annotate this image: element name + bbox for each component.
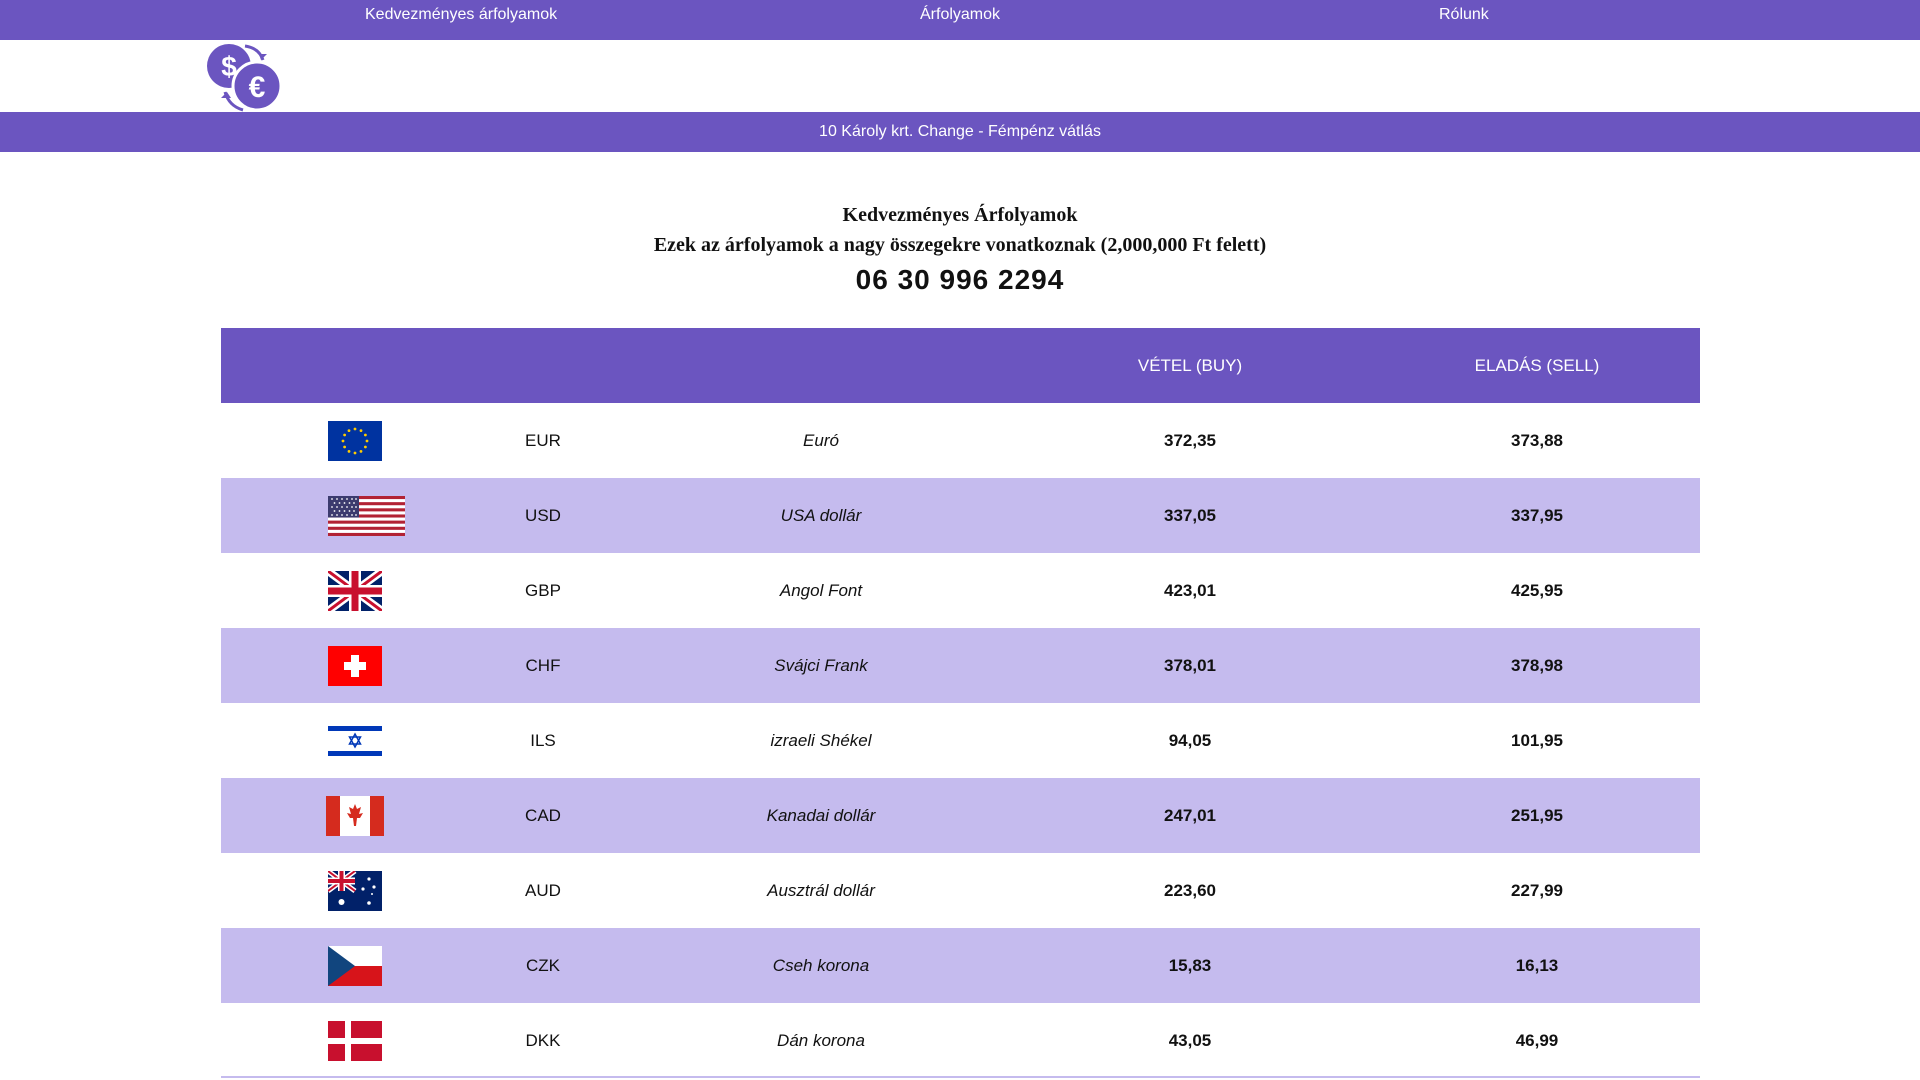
currency-code: CAD xyxy=(525,806,561,825)
sell-rate: 46,99 xyxy=(1515,1031,1559,1050)
sell-rate: 378,98 xyxy=(1511,656,1563,675)
buy-rate: 378,01 xyxy=(1164,656,1216,675)
currency-code: GBP xyxy=(525,581,561,600)
currency-exchange-icon[interactable]: $ € xyxy=(205,40,285,112)
buy-rate: 247,01 xyxy=(1164,806,1216,825)
currency-code: CZK xyxy=(526,956,560,975)
buy-rate: 15,83 xyxy=(1168,956,1212,975)
buy-rate: 423,01 xyxy=(1164,581,1216,600)
nav-link-about[interactable]: Rólunk xyxy=(1439,6,1489,24)
table-row: EUR Euró 372,35 373,88 xyxy=(221,403,1700,478)
buy-rate: 43,05 xyxy=(1168,1031,1212,1050)
sell-rate: 373,88 xyxy=(1511,431,1563,450)
svg-text:€: € xyxy=(249,71,266,104)
ch-flag-icon xyxy=(328,646,382,686)
buy-rate: 94,05 xyxy=(1168,731,1212,750)
currency-name: Angol Font xyxy=(779,581,863,600)
table-row: CAD Kanadai dollár 247,01 251,95 xyxy=(221,778,1700,853)
nav-link-discount-rates[interactable]: Kedvezményes árfolyamok xyxy=(365,6,557,24)
currency-code: DKK xyxy=(525,1031,561,1050)
page-title: Kedvezményes Árfolyamok xyxy=(842,204,1078,226)
table-row: ILS izraeli Shékel 94,05 101,95 xyxy=(221,703,1700,778)
cz-flag-icon xyxy=(328,946,382,986)
table-row: GBP Angol Font 423,01 425,95 xyxy=(221,553,1700,628)
table-row: USD USA dollár 337,05 337,95 xyxy=(221,478,1700,553)
table-header-row: VÉTEL (BUY) ELADÁS (SELL) xyxy=(221,328,1700,403)
top-navigation: Kedvezményes árfolyamok Árfolyamok Rólun… xyxy=(0,0,1920,40)
page-subtitle: Ezek az árfolyamok a nagy összegekre von… xyxy=(653,234,1267,256)
sell-rate: 227,99 xyxy=(1511,881,1563,900)
table-row: AUD Ausztrál dollár 223,60 227,99 xyxy=(221,853,1700,928)
sell-rate: 101,95 xyxy=(1511,731,1563,750)
sell-rate: 251,95 xyxy=(1511,806,1563,825)
header-buy: VÉTEL (BUY) xyxy=(1137,356,1243,375)
currency-name: Dán korona xyxy=(777,1031,865,1050)
currency-name: Svájci Frank xyxy=(774,656,868,675)
sell-rate: 337,95 xyxy=(1511,506,1563,525)
sell-rate: 16,13 xyxy=(1515,956,1559,975)
currency-name: USA dollár xyxy=(780,506,862,525)
buy-rate: 372,35 xyxy=(1164,431,1216,450)
table-row: CZK Cseh korona 15,83 16,13 xyxy=(221,928,1700,1003)
table-row: DKK Dán korona 43,05 46,99 xyxy=(221,1003,1700,1078)
currency-code: USD xyxy=(525,506,561,525)
uk-flag-icon xyxy=(328,571,382,611)
ca-flag-icon xyxy=(326,796,384,836)
currency-code: AUD xyxy=(525,881,561,900)
nav-link-rates[interactable]: Árfolyamok xyxy=(920,6,1000,24)
buy-rate: 337,05 xyxy=(1164,506,1216,525)
table-row: CHF Svájci Frank 378,01 378,98 xyxy=(221,628,1700,703)
currency-code: ILS xyxy=(530,731,556,750)
currency-code: EUR xyxy=(525,431,561,450)
currency-name: Kanadai dollár xyxy=(766,806,876,825)
currency-name: Euró xyxy=(803,431,839,450)
il-flag-icon xyxy=(328,723,382,763)
header-sell: ELADÁS (SELL) xyxy=(1474,356,1600,375)
currency-name: Cseh korona xyxy=(772,956,870,975)
us-flag-icon xyxy=(328,496,405,536)
phone-number[interactable]: 06 30 996 2294 xyxy=(0,264,1920,296)
eu-flag-icon xyxy=(328,421,382,461)
currency-code: CHF xyxy=(525,656,561,675)
buy-rate: 223,60 xyxy=(1164,881,1216,900)
dk-flag-icon xyxy=(328,1021,382,1061)
rates-table: VÉTEL (BUY) ELADÁS (SELL) EUR Euró 372,3… xyxy=(221,328,1700,1078)
currency-name: Ausztrál dollár xyxy=(767,881,875,900)
currency-name: izraeli Shékel xyxy=(770,731,872,750)
location-banner: 10 Károly krt. Change - Fémpénz vátlás xyxy=(0,112,1920,152)
sell-rate: 425,95 xyxy=(1511,581,1563,600)
au-flag-icon xyxy=(328,871,382,911)
